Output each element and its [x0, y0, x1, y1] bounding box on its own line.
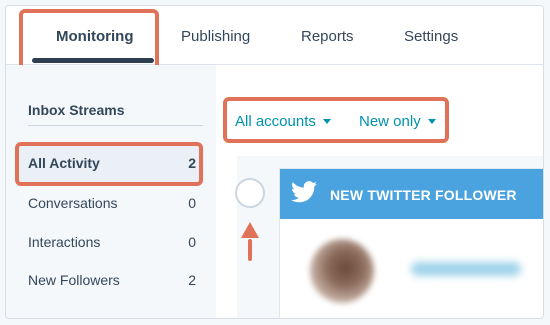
- select-item-checkbox[interactable]: [235, 178, 265, 208]
- app-window: Monitoring Publishing Reports Settings I…: [5, 5, 544, 319]
- feed-card-header: NEW TWITTER FOLLOWER: [280, 169, 543, 219]
- sidebar-item-count: 2: [188, 272, 196, 288]
- sidebar-item-interactions[interactable]: Interactions 0: [28, 234, 196, 250]
- sidebar-item-label: New Followers: [28, 272, 120, 288]
- tab-highlight-box: [19, 9, 159, 73]
- twitter-bird-icon: [291, 181, 317, 203]
- arrow-up-icon: [241, 222, 259, 238]
- tab-reports[interactable]: Reports: [301, 28, 354, 45]
- inbox-sidebar: Inbox Streams All Activity 2 Conversatio…: [6, 65, 216, 318]
- sidebar-item-new-followers[interactable]: New Followers 2: [28, 272, 196, 288]
- sidebar-item-label: Conversations: [28, 195, 118, 211]
- feed-card-title: NEW TWITTER FOLLOWER: [330, 187, 517, 203]
- tab-publishing[interactable]: Publishing: [181, 28, 250, 45]
- filter-highlight-box: [223, 97, 449, 143]
- sidebar-title: Inbox Streams: [28, 102, 125, 118]
- tab-settings[interactable]: Settings: [404, 28, 458, 45]
- feed-card[interactable]: NEW TWITTER FOLLOWER: [279, 168, 543, 318]
- follower-name-blurred[interactable]: [411, 262, 521, 276]
- sidebar-item-conversations[interactable]: Conversations 0: [28, 195, 196, 211]
- sidebar-highlight-box: [15, 142, 203, 186]
- sidebar-item-count: 0: [188, 195, 196, 211]
- arrow-shaft: [248, 239, 252, 261]
- sidebar-divider: [28, 125, 203, 126]
- avatar: [310, 239, 374, 303]
- sidebar-item-count: 0: [188, 234, 196, 250]
- sidebar-item-label: Interactions: [28, 234, 101, 250]
